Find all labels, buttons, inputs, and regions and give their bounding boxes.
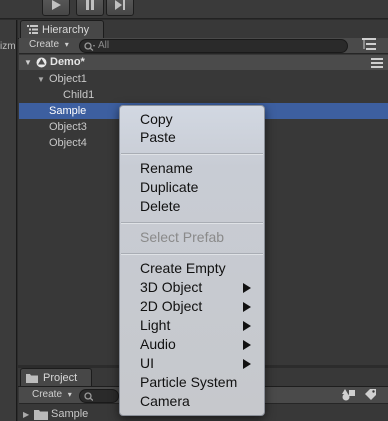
expand-arrow-icon[interactable]: ▶ — [23, 410, 29, 419]
gizmos-tab-fragment[interactable]: izm — [0, 41, 16, 52]
hierarchy-item-object3[interactable]: Object3 — [49, 119, 87, 135]
menu-item-rename[interactable]: Rename — [140, 159, 193, 178]
scene-options-icon[interactable] — [371, 57, 383, 68]
menu-item-select-prefab: Select Prefab — [140, 229, 225, 245]
menu-item-2d-object[interactable]: 2D Object — [140, 297, 202, 316]
menu-item-particle-system[interactable]: Particle System — [140, 373, 237, 392]
play-icon — [52, 0, 61, 10]
menu-separator — [121, 153, 263, 155]
menu-item-paste[interactable]: Paste — [140, 128, 176, 147]
tab-project[interactable]: Project — [20, 368, 92, 387]
project-folder-sample[interactable]: Sample — [51, 408, 88, 420]
search-placeholder: All — [98, 40, 110, 51]
dropdown-arrow-icon: ▾ — [67, 390, 72, 399]
menu-item-camera[interactable]: Camera — [140, 392, 190, 411]
play-button[interactable] — [42, 0, 70, 16]
scene-name: Demo* — [50, 56, 85, 68]
context-menu: Copy Paste Rename Duplicate Delete Selec… — [119, 105, 265, 416]
pause-button[interactable] — [76, 0, 104, 16]
dropdown-arrow-icon: ▾ — [64, 40, 69, 49]
menu-item-create-empty[interactable]: Create Empty — [140, 259, 226, 278]
tab-hierarchy[interactable]: Hierarchy — [20, 20, 104, 39]
hierarchy-item-object1[interactable]: Object1 — [49, 71, 87, 87]
pause-icon — [86, 0, 94, 10]
project-search-input[interactable] — [79, 389, 119, 403]
folder-icon — [26, 374, 38, 383]
hierarchy-search-input[interactable]: All — [79, 39, 348, 53]
filter-by-type-icon[interactable] — [342, 388, 356, 401]
unity-scene-icon — [36, 57, 47, 68]
project-create-dropdown[interactable]: Create ▾ — [32, 389, 72, 400]
create-label: Create — [29, 39, 60, 50]
folder-icon — [34, 410, 48, 420]
scene-panel-edge — [0, 20, 17, 421]
hierarchy-create-dropdown[interactable]: Create ▾ — [29, 39, 69, 50]
menu-separator — [121, 222, 263, 224]
hierarchy-icon — [27, 25, 38, 34]
submenu-arrow-icon — [243, 283, 251, 293]
tab-hierarchy-label: Hierarchy — [42, 24, 90, 36]
submenu-arrow-icon — [243, 321, 251, 331]
hierarchy-item-object4[interactable]: Object4 — [49, 135, 87, 151]
submenu-arrow-icon — [243, 359, 251, 369]
filter-by-label-icon[interactable] — [364, 388, 378, 401]
expand-arrow-icon[interactable]: ▼ — [37, 75, 45, 84]
submenu-arrow-icon — [243, 302, 251, 312]
expand-arrow-icon[interactable]: ▼ — [24, 58, 32, 67]
menu-item-delete[interactable]: Delete — [140, 197, 180, 216]
menu-item-ui[interactable]: UI — [140, 354, 154, 373]
menu-item-duplicate[interactable]: Duplicate — [140, 178, 198, 197]
menu-item-light[interactable]: Light — [140, 316, 170, 335]
menu-item-copy[interactable]: Copy — [140, 110, 173, 129]
submenu-arrow-icon — [243, 340, 251, 350]
hierarchy-options-icon[interactable] — [360, 37, 378, 51]
hierarchy-item-child1[interactable]: Child1 — [63, 87, 94, 103]
search-icon — [84, 42, 95, 51]
menu-separator — [121, 253, 263, 255]
menu-item-audio[interactable]: Audio — [140, 335, 176, 354]
step-button[interactable] — [106, 0, 134, 16]
tab-project-label: Project — [43, 372, 78, 384]
search-icon — [84, 392, 93, 401]
step-icon — [115, 0, 125, 10]
create-label: Create — [32, 389, 63, 400]
menu-item-3d-object[interactable]: 3D Object — [140, 278, 202, 297]
hierarchy-item-sample[interactable]: Sample — [49, 103, 86, 119]
